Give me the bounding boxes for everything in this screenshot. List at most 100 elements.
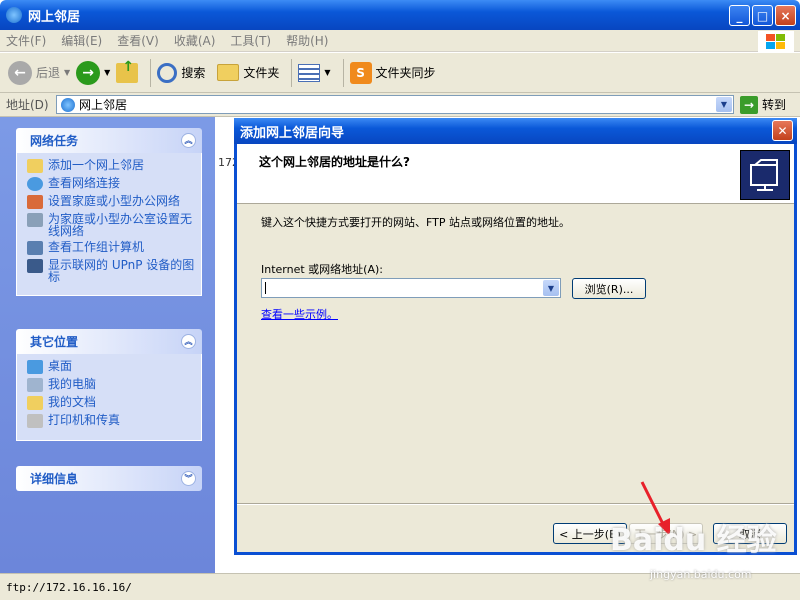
panel-title: 网络任务 bbox=[30, 134, 79, 148]
forward-button[interactable]: → ▼ bbox=[76, 60, 111, 85]
link-label: 为家庭或小型办公室设置无线网络 bbox=[48, 212, 193, 238]
toolbar-divider bbox=[150, 58, 152, 87]
chevron-down-icon: ▼ bbox=[324, 68, 331, 77]
back-button[interactable]: ← 后退 ▼ bbox=[8, 60, 71, 85]
up-folder-button[interactable]: ↑ bbox=[116, 59, 139, 83]
window-titlebar[interactable]: 网上邻居 _ □ × bbox=[0, 0, 800, 30]
dialog-close-button[interactable]: ✕ bbox=[772, 120, 793, 141]
network-places-icon bbox=[6, 7, 22, 23]
chevron-down-icon: ▼ bbox=[64, 68, 71, 77]
link-label: 我的电脑 bbox=[48, 377, 97, 391]
forward-arrow-icon: → bbox=[76, 60, 101, 85]
sync-icon: S bbox=[349, 61, 372, 84]
chevron-up-icon[interactable]: ︽ bbox=[181, 133, 196, 148]
link-label: 添加一个网上邻居 bbox=[48, 158, 145, 172]
search-label: 搜索 bbox=[181, 66, 206, 80]
folders-label: 文件夹 bbox=[243, 66, 280, 80]
panel-header[interactable]: 其它位置 ︽ bbox=[16, 329, 202, 354]
desktop-icon bbox=[27, 360, 43, 374]
dialog-divider bbox=[237, 503, 794, 505]
maximize-button[interactable]: □ bbox=[752, 5, 773, 26]
address-field-label: Internet 或网络地址(A): bbox=[261, 263, 383, 276]
panel-header[interactable]: 网络任务 ︽ bbox=[16, 128, 202, 153]
chevron-down-icon[interactable]: ▼ bbox=[543, 280, 559, 296]
link-label: 查看工作组计算机 bbox=[48, 240, 145, 254]
task-view-connections[interactable]: 查看网络连接 bbox=[27, 177, 195, 191]
link-label: 设置家庭或小型办公网络 bbox=[48, 194, 181, 208]
address-bar: 地址(D) 网上邻居 ▼ → 转到 bbox=[0, 93, 800, 117]
task-show-upnp[interactable]: 显示联网的 UPnP 设备的图标 bbox=[27, 259, 195, 283]
baidu-watermark: Baidu 经验 bbox=[610, 523, 777, 558]
search-button[interactable]: 搜索 bbox=[157, 62, 206, 83]
menu-edit[interactable]: 编辑(E) bbox=[61, 32, 102, 49]
add-network-place-wizard: 添加网上邻居向导 ✕ 这个网上邻居的地址是什么? 键入这个快捷方式要打开的网站、… bbox=[234, 118, 797, 555]
views-button[interactable]: ▼ bbox=[298, 63, 331, 82]
panel-title: 详细信息 bbox=[30, 472, 79, 486]
chevron-down-icon: ▼ bbox=[104, 68, 111, 77]
baidu-watermark-url: jingyan.baidu.com bbox=[650, 568, 752, 581]
link-label: 打印机和传真 bbox=[48, 413, 121, 427]
computer-icon bbox=[27, 378, 43, 392]
go-arrow-icon: → bbox=[740, 95, 758, 114]
menu-file[interactable]: 文件(F) bbox=[6, 32, 46, 49]
task-pane: 网络任务 ︽ 添加一个网上邻居 查看网络连接 设置家庭或小型办公网络 为家庭或小… bbox=[0, 117, 215, 573]
up-folder-icon: ↑ bbox=[116, 59, 139, 83]
task-setup-network[interactable]: 设置家庭或小型办公网络 bbox=[27, 195, 195, 209]
folder-icon bbox=[217, 64, 240, 81]
chevron-up-icon[interactable]: ︽ bbox=[181, 334, 196, 349]
menubar: 文件(F) 编辑(E) 查看(V) 收藏(A) 工具(T) 帮助(H) bbox=[0, 30, 800, 52]
back-label: 后退 bbox=[36, 66, 61, 80]
close-button[interactable]: × bbox=[775, 5, 796, 26]
back-arrow-icon: ← bbox=[8, 60, 32, 85]
network-address-input[interactable]: ▼ bbox=[261, 278, 561, 298]
menu-tools[interactable]: 工具(T) bbox=[230, 32, 271, 49]
menu-help[interactable]: 帮助(H) bbox=[286, 32, 328, 49]
wireless-icon bbox=[27, 213, 43, 227]
address-label: 地址(D) bbox=[6, 98, 49, 112]
toolbar: ← 后退 ▼ → ▼ ↑ 搜索 文件夹 ▼ S 文件夹同步 bbox=[0, 53, 800, 93]
address-input[interactable]: 网上邻居 ▼ bbox=[56, 95, 734, 114]
menu-view[interactable]: 查看(V) bbox=[117, 32, 159, 49]
toolbar-divider bbox=[342, 58, 344, 87]
close-icon: ✕ bbox=[777, 123, 788, 138]
browse-button[interactable]: 浏览(R)... bbox=[572, 278, 646, 299]
workgroup-icon bbox=[27, 241, 43, 255]
window-title: 网上邻居 bbox=[28, 9, 81, 25]
place-printers[interactable]: 打印机和传真 bbox=[27, 414, 195, 428]
go-label: 转到 bbox=[762, 98, 787, 112]
globe-icon bbox=[27, 177, 43, 191]
text-cursor bbox=[265, 282, 266, 294]
examples-link[interactable]: 查看一些示例。 bbox=[261, 306, 338, 322]
task-setup-wireless[interactable]: 为家庭或小型办公室设置无线网络 bbox=[27, 213, 195, 237]
network-tasks-panel: 网络任务 ︽ 添加一个网上邻居 查看网络连接 设置家庭或小型办公网络 为家庭或小… bbox=[16, 128, 202, 296]
menu-favorites[interactable]: 收藏(A) bbox=[174, 32, 216, 49]
link-label: 查看网络连接 bbox=[48, 176, 121, 190]
go-button[interactable]: → 转到 bbox=[740, 95, 787, 114]
chevron-down-icon[interactable]: ︾ bbox=[181, 471, 196, 486]
toolbar-divider bbox=[291, 58, 293, 87]
sync-label: 文件夹同步 bbox=[375, 66, 436, 80]
chevron-down-icon[interactable]: ▼ bbox=[716, 97, 732, 112]
instruction-text: 键入这个快捷方式要打开的网站、FTP 站点或网络位置的地址。 bbox=[261, 216, 570, 229]
task-view-workgroup[interactable]: 查看工作组计算机 bbox=[27, 241, 195, 255]
place-my-documents[interactable]: 我的文档 bbox=[27, 396, 195, 410]
views-icon bbox=[298, 63, 321, 82]
dialog-header: 这个网上邻居的地址是什么? bbox=[237, 144, 794, 204]
folder-sync-button[interactable]: S 文件夹同步 bbox=[349, 61, 436, 84]
folders-button[interactable]: 文件夹 bbox=[217, 64, 279, 81]
documents-folder-icon bbox=[27, 396, 43, 410]
minimize-button[interactable]: _ bbox=[729, 5, 750, 26]
panel-header[interactable]: 详细信息 ︾ bbox=[16, 466, 202, 491]
task-add-network-place[interactable]: 添加一个网上邻居 bbox=[27, 159, 195, 173]
place-my-computer[interactable]: 我的电脑 bbox=[27, 378, 195, 392]
dialog-heading: 这个网上邻居的地址是什么? bbox=[259, 155, 410, 169]
dialog-titlebar[interactable]: 添加网上邻居向导 ✕ bbox=[234, 118, 797, 144]
link-label: 显示联网的 UPnP 设备的图标 bbox=[48, 258, 195, 284]
other-places-panel: 其它位置 ︽ 桌面 我的电脑 我的文档 打印机和传真 bbox=[16, 329, 202, 441]
dialog-title: 添加网上邻居向导 bbox=[240, 125, 345, 141]
status-text: ftp://172.16.16.16/ bbox=[6, 580, 132, 594]
windows-logo-icon bbox=[758, 31, 794, 53]
link-label: 我的文档 bbox=[48, 395, 97, 409]
printer-icon bbox=[27, 414, 43, 428]
place-desktop[interactable]: 桌面 bbox=[27, 360, 195, 374]
